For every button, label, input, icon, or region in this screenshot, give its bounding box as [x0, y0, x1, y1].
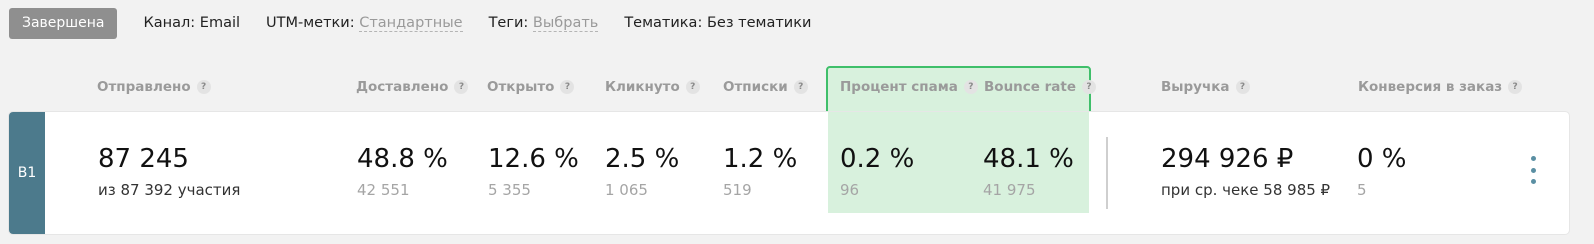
column-header-opened: Открыто ? [487, 79, 575, 95]
opened-sub: 5 355 [488, 181, 531, 199]
tags-label: Теги: [488, 15, 529, 31]
help-icon[interactable]: ? [685, 80, 700, 94]
column-header-clicked: Кликнуто ? [605, 79, 700, 95]
column-header-delivered: Доставлено ? [356, 79, 469, 95]
column-divider [1106, 137, 1108, 209]
conversion-value: 0 % [1357, 144, 1407, 174]
help-icon[interactable]: ? [963, 80, 978, 94]
topic-value: Без тематики [706, 15, 812, 31]
status-badge: Завершена [9, 7, 118, 39]
unsubscribes-value: 1.2 % [723, 144, 798, 174]
topic-label: Тематика: [624, 15, 703, 31]
revenue-value: 294 926 ₽ [1161, 144, 1294, 174]
column-header-unsubscribes: Отписки ? [723, 79, 808, 95]
conversion-sub: 5 [1357, 181, 1367, 199]
column-header-label: Отписки [723, 79, 788, 95]
bounce-rate-value: 48.1 % [983, 144, 1074, 174]
help-icon[interactable]: ? [454, 80, 469, 94]
utm-link[interactable]: Стандартные [359, 15, 463, 32]
more-dot [1530, 179, 1536, 184]
column-header-label: Процент спама [840, 79, 958, 95]
more-vertical-icon[interactable] [1527, 156, 1539, 184]
column-header-sent: Отправлено ? [97, 79, 211, 95]
column-header-label: Доставлено [356, 79, 449, 95]
topic-info: Тематика: Без тематики [624, 15, 811, 31]
utm-info: UTM-метки: Стандартные [266, 15, 463, 32]
unsubscribes-sub: 519 [723, 181, 752, 199]
bounce-rate-sub: 41 975 [983, 181, 1036, 199]
help-icon[interactable]: ? [196, 80, 211, 94]
column-header-label: Конверсия в заказ [1358, 79, 1503, 95]
column-header-conversion: Конверсия в заказ ? [1358, 79, 1523, 95]
utm-label: UTM-метки: [266, 15, 355, 31]
clicked-sub: 1 065 [605, 181, 648, 199]
channel-info: Канал: Email [143, 15, 241, 31]
revenue-sub: при ср. чеке 58 985 ₽ [1161, 181, 1331, 199]
column-header-label: Выручка [1161, 79, 1230, 95]
campaign-meta-bar: Завершена Канал: Email UTM-метки: Станда… [9, 7, 811, 39]
tags-info: Теги: Выбрать [488, 15, 599, 32]
sent-sub: из 87 392 участия [98, 181, 241, 199]
help-icon[interactable]: ? [1508, 80, 1523, 94]
more-dot [1530, 167, 1536, 173]
column-header-bounce-rate: Bounce rate ? [984, 79, 1097, 95]
help-icon[interactable]: ? [1082, 80, 1097, 94]
spam-rate-value: 0.2 % [840, 144, 915, 174]
help-icon[interactable]: ? [1235, 80, 1250, 94]
variant-label: B1 [9, 112, 45, 234]
sent-value: 87 245 [98, 144, 189, 174]
column-header-spam-rate: Процент спама ? [840, 79, 978, 95]
help-icon[interactable]: ? [793, 80, 808, 94]
column-header-label: Отправлено [97, 79, 191, 95]
spam-rate-sub: 96 [840, 181, 860, 199]
tags-select-link[interactable]: Выбрать [532, 15, 599, 32]
column-header-revenue: Выручка ? [1161, 79, 1250, 95]
column-header-label: Кликнуто [605, 79, 680, 95]
clicked-value: 2.5 % [605, 144, 680, 174]
more-dot [1530, 156, 1536, 161]
column-header-label: Bounce rate [984, 79, 1077, 95]
column-header-label: Открыто [487, 79, 555, 95]
delivered-value: 48.8 % [357, 144, 448, 174]
help-icon[interactable]: ? [560, 80, 575, 94]
delivered-sub: 42 551 [357, 181, 410, 199]
opened-value: 12.6 % [488, 144, 579, 174]
